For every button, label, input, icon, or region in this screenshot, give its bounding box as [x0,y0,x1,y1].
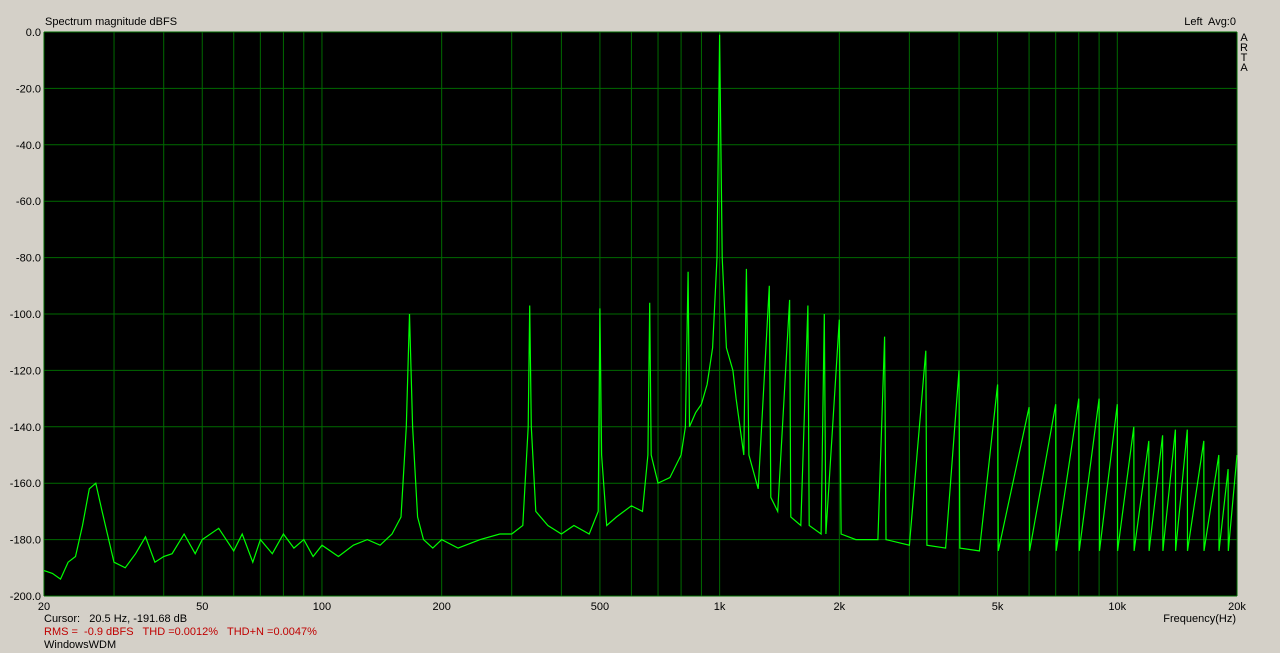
audio-driver: WindowsWDM [44,639,117,651]
x-tick-label: 10k [1108,601,1126,613]
x-tick-label: 20 [38,601,50,613]
y-tick-label: -60.0 [16,196,41,208]
y-axis: 0.0 -20.0 -40.0 -60.0 -80.0 -100.0 -120.0 -140.… [10,27,41,603]
y-tick-label: -20.0 [16,83,41,95]
y-tick-label: -100.0 [10,309,41,321]
x-tick-label: 100 [313,601,331,613]
x-tick-label: 200 [432,601,450,613]
cursor-value: 20.5 Hz, -191.68 dB [89,613,188,625]
cursor-readout: Cursor: 20.5 Hz, -191.68 dB [44,613,187,626]
y-tick-label: -160.0 [10,478,41,490]
channel-avg-readout: Left Avg:0 [1184,16,1236,28]
x-tick-label: 5k [992,601,1004,613]
arta-logo: ARTA [1240,32,1248,74]
y-tick-label: -120.0 [10,365,41,377]
y-tick-label: -180.0 [10,535,41,547]
y-tick-label: -140.0 [10,422,41,434]
y-tick-label: -200.0 [10,591,41,603]
spectrum-chart: 0.0 -20.0 -40.0 -60.0 -80.0 -100.0 -120.0 -140.… [10,27,1247,613]
x-axis-label: Frequency(Hz) [1163,613,1236,625]
x-tick-label: 50 [196,601,208,613]
x-axis: 20 50 100 200 500 1k 2k 5k 10k 20k [38,601,1246,613]
x-tick-label: 1k [714,601,726,613]
y-tick-label: -80.0 [16,253,41,265]
distortion-stats: RMS = -0.9 dBFS THD =0.0012% THD+N =0.00… [44,626,317,638]
x-tick-label: 2k [834,601,846,613]
cursor-label: Cursor: [44,613,81,625]
x-tick-label: 500 [591,601,609,613]
chart-title: Spectrum magnitude dBFS [45,16,178,28]
y-tick-label: 0.0 [26,27,41,39]
x-tick-label: 20k [1228,601,1246,613]
y-tick-label: -40.0 [16,140,41,152]
